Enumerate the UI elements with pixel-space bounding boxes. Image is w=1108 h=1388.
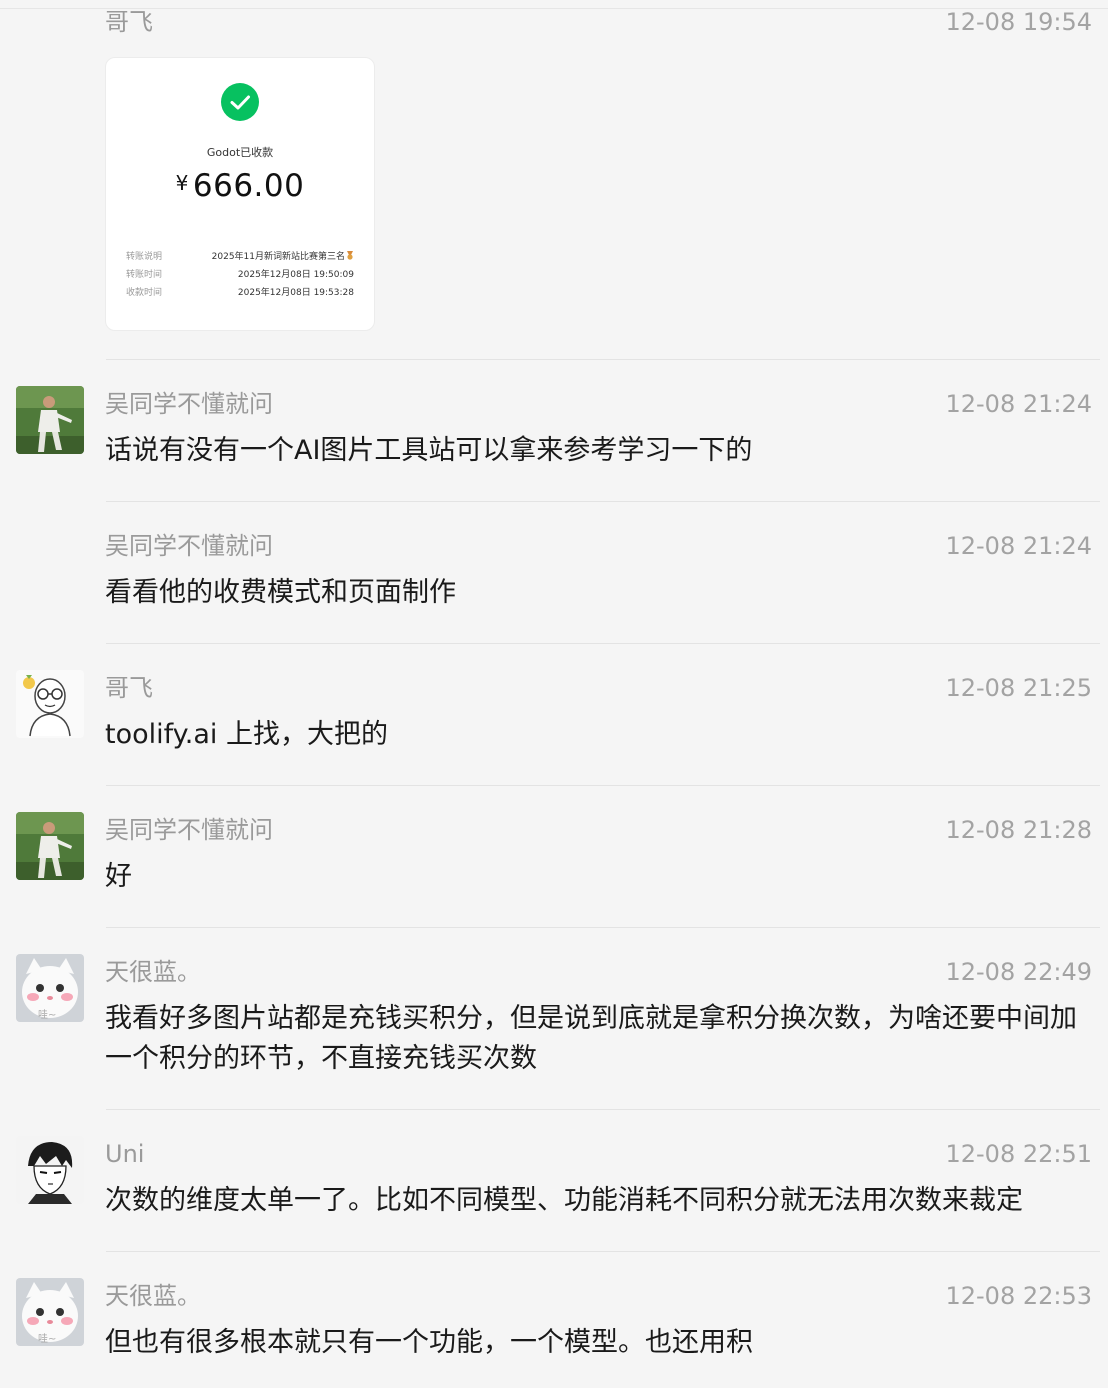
message-text: toolify.ai 上找，大把的 bbox=[105, 719, 388, 750]
message-time: 12-08 22:53 bbox=[945, 1282, 1092, 1310]
avatar-caption: 哇~ bbox=[38, 1332, 56, 1345]
avatar[interactable]: 哇~ bbox=[16, 954, 84, 1022]
sender-name: 吴同学不懂就问 bbox=[105, 816, 273, 844]
anime-avatar-icon bbox=[16, 1136, 84, 1204]
transfer-amount: ¥666.00 bbox=[106, 168, 374, 204]
avatar[interactable] bbox=[16, 1136, 84, 1204]
sender-name: 天很蓝。 bbox=[105, 1282, 201, 1310]
medal-icon bbox=[347, 251, 353, 260]
cat-avatar-icon: 哇~ bbox=[16, 954, 84, 1022]
message-divider bbox=[106, 359, 1100, 360]
row-label: 收款时间 bbox=[126, 288, 163, 298]
sender-name: Uni bbox=[105, 1140, 145, 1168]
message-text: 但也有很多根本就只有一个功能，一个模型。也还用积 bbox=[105, 1327, 753, 1358]
message-time: 12-08 22:51 bbox=[945, 1140, 1092, 1168]
transfer-card[interactable]: Godot已收款 ¥666.00 转账说明 2025年11月新词新站比赛第三名 … bbox=[105, 57, 375, 331]
message-text: 次数的维度太单一了。比如不同模型、功能消耗不同积分就无法用次数来裁定 bbox=[105, 1185, 1023, 1216]
avatar[interactable] bbox=[16, 670, 84, 738]
message-divider bbox=[106, 785, 1100, 786]
message-time: 12-08 21:28 bbox=[945, 816, 1092, 844]
avatar[interactable] bbox=[16, 386, 84, 454]
message-divider bbox=[106, 1109, 1100, 1110]
row-label: 转账时间 bbox=[126, 270, 163, 280]
message-divider bbox=[106, 1251, 1100, 1252]
sender-name: 天很蓝。 bbox=[105, 958, 201, 986]
cat-avatar-icon: 哇~ bbox=[16, 1278, 84, 1346]
message-text: 话说有没有一个AI图片工具站可以拿来参考学习一下的 bbox=[105, 435, 753, 466]
avatar[interactable]: 哇~ bbox=[16, 1278, 84, 1346]
sender-name: 吴同学不懂就问 bbox=[105, 390, 273, 418]
row-value: 2025年12月08日 19:50:09 bbox=[237, 270, 354, 280]
photo-avatar-man-icon bbox=[16, 812, 84, 880]
sender-name: 哥飞 bbox=[105, 8, 153, 36]
amount-value: 666.00 bbox=[192, 168, 305, 204]
check-icon bbox=[221, 83, 259, 121]
photo-avatar-man-icon bbox=[16, 386, 84, 454]
cartoon-avatar-glasses-icon bbox=[16, 670, 84, 738]
message-time: 12-08 21:24 bbox=[945, 390, 1092, 418]
message-divider bbox=[106, 643, 1100, 644]
message-text: 我看好多图片站都是充钱买积分，但是说到底就是拿积分换次数，为啥还要中间加一个积分… bbox=[105, 1003, 1077, 1074]
top-divider bbox=[0, 8, 1108, 9]
message-time: 12-08 21:24 bbox=[945, 532, 1092, 560]
transfer-status: Godot已收款 bbox=[206, 146, 274, 159]
row-value-text: 2025年11月新词新站比赛第三名 bbox=[211, 252, 345, 262]
row-value: 2025年11月新词新站比赛第三名 bbox=[212, 251, 354, 263]
avatar[interactable] bbox=[16, 812, 84, 880]
message-time: 12-08 22:49 bbox=[945, 958, 1092, 986]
row-value: 2025年12月08日 19:53:28 bbox=[237, 288, 354, 298]
row-label: 转账说明 bbox=[126, 252, 163, 262]
message-divider bbox=[106, 927, 1100, 928]
sender-name: 哥飞 bbox=[105, 674, 153, 702]
message-text: 好 bbox=[105, 861, 132, 892]
message-time: 12-08 21:25 bbox=[945, 674, 1092, 702]
message-time: 12-08 19:54 bbox=[945, 8, 1092, 36]
sender-name: 吴同学不懂就问 bbox=[105, 532, 273, 560]
avatar-caption: 哇~ bbox=[38, 1008, 56, 1021]
message-divider bbox=[106, 501, 1100, 502]
message-text: 看看他的收费模式和页面制作 bbox=[105, 577, 456, 608]
currency-symbol: ¥ bbox=[175, 171, 189, 195]
